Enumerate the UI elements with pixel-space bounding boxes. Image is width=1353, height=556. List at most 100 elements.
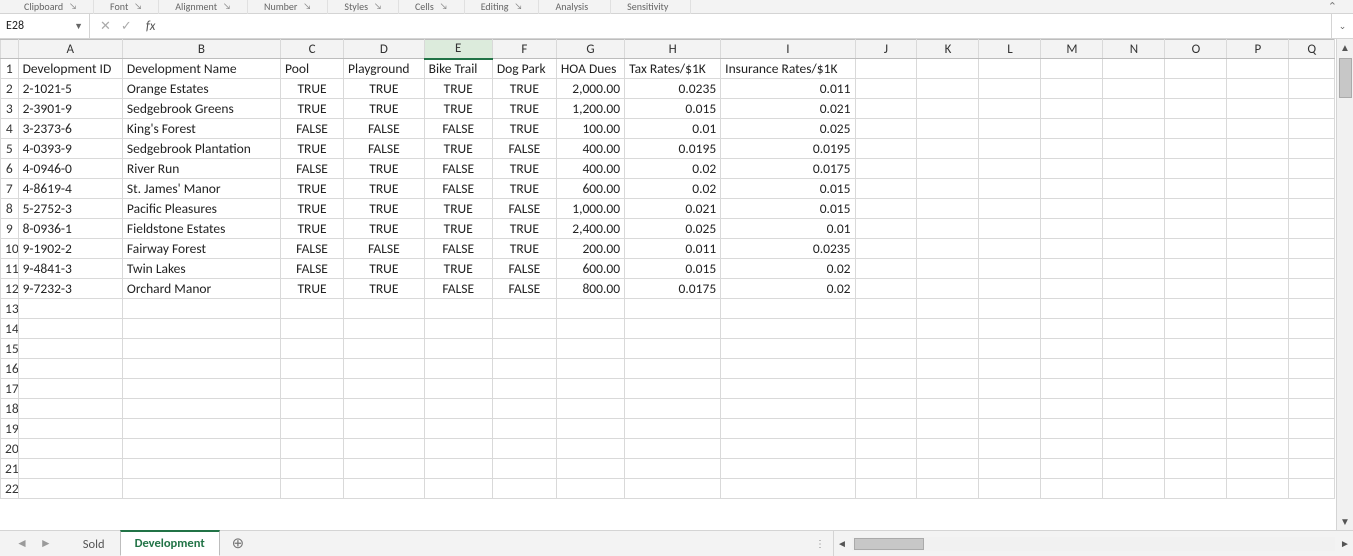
cell[interactable] — [18, 359, 122, 379]
cell[interactable]: TRUE — [344, 159, 425, 179]
cell[interactable] — [1227, 339, 1289, 359]
row-header[interactable]: 9 — [1, 219, 19, 239]
cell[interactable] — [979, 459, 1041, 479]
cell[interactable] — [625, 479, 721, 499]
cell[interactable] — [18, 479, 122, 499]
sheet-tab-sold[interactable]: Sold — [68, 532, 120, 556]
formula-input[interactable] — [165, 14, 1331, 38]
cell[interactable] — [1165, 219, 1227, 239]
cell[interactable]: 400.00 — [556, 139, 624, 159]
tab-nav-next-icon[interactable]: ► — [40, 536, 52, 551]
cell[interactable] — [122, 479, 280, 499]
cell[interactable]: FALSE — [344, 119, 425, 139]
cell[interactable] — [1103, 259, 1165, 279]
cell[interactable]: TRUE — [344, 79, 425, 99]
cell[interactable] — [556, 479, 624, 499]
cell[interactable] — [424, 479, 492, 499]
cell[interactable] — [855, 439, 917, 459]
cell[interactable] — [344, 439, 425, 459]
cell[interactable] — [1041, 79, 1103, 99]
cell[interactable] — [979, 319, 1041, 339]
cell[interactable]: FALSE — [424, 239, 492, 259]
column-header[interactable]: P — [1227, 40, 1289, 59]
cell[interactable] — [917, 459, 979, 479]
column-header[interactable]: D — [344, 40, 425, 59]
cell[interactable] — [979, 139, 1041, 159]
cell[interactable] — [1289, 199, 1335, 219]
dialog-launcher-icon[interactable]: ↘ — [515, 1, 523, 12]
cell[interactable] — [979, 99, 1041, 119]
cell[interactable] — [492, 439, 556, 459]
cell[interactable] — [1103, 439, 1165, 459]
cell[interactable]: TRUE — [424, 99, 492, 119]
cell[interactable]: Development ID — [18, 59, 122, 79]
cell[interactable] — [424, 399, 492, 419]
cell[interactable] — [855, 419, 917, 439]
cell[interactable]: TRUE — [281, 79, 344, 99]
cell[interactable] — [281, 459, 344, 479]
cell[interactable]: TRUE — [492, 99, 556, 119]
row-header[interactable]: 1 — [1, 59, 19, 79]
cell[interactable]: Development Name — [122, 59, 280, 79]
cell[interactable] — [855, 79, 917, 99]
cell[interactable] — [1289, 379, 1335, 399]
cell[interactable] — [1227, 279, 1289, 299]
column-header[interactable]: C — [281, 40, 344, 59]
cell[interactable] — [721, 459, 855, 479]
cell[interactable]: FALSE — [492, 259, 556, 279]
row-header[interactable]: 18 — [1, 399, 19, 419]
row-header[interactable]: 20 — [1, 439, 19, 459]
cell[interactable] — [1227, 379, 1289, 399]
cell[interactable] — [855, 479, 917, 499]
cell[interactable] — [1227, 139, 1289, 159]
cell[interactable] — [1227, 299, 1289, 319]
scroll-left-icon[interactable]: ◄ — [834, 537, 850, 550]
new-sheet-button[interactable]: ⊕ — [220, 534, 257, 553]
cell[interactable]: 2,000.00 — [556, 79, 624, 99]
cell[interactable] — [1041, 199, 1103, 219]
cell[interactable] — [979, 239, 1041, 259]
cell[interactable] — [1041, 139, 1103, 159]
scroll-right-icon[interactable]: ► — [1337, 537, 1353, 550]
cell[interactable] — [917, 399, 979, 419]
cell[interactable] — [344, 339, 425, 359]
row-header[interactable]: 14 — [1, 319, 19, 339]
row-header[interactable]: 13 — [1, 299, 19, 319]
cell[interactable]: 0.015 — [625, 99, 721, 119]
cell[interactable]: Insurance Rates/$1K — [721, 59, 855, 79]
cell[interactable]: Fieldstone Estates — [122, 219, 280, 239]
cell[interactable] — [1103, 459, 1165, 479]
cell[interactable]: Dog Park — [492, 59, 556, 79]
cell[interactable] — [1227, 219, 1289, 239]
cell[interactable] — [917, 379, 979, 399]
cell[interactable] — [556, 359, 624, 379]
cell[interactable] — [917, 339, 979, 359]
cell[interactable]: 400.00 — [556, 159, 624, 179]
cell[interactable] — [1165, 239, 1227, 259]
cell[interactable] — [1041, 419, 1103, 439]
dialog-launcher-icon[interactable]: ↘ — [69, 1, 77, 12]
row-header[interactable]: 11 — [1, 259, 19, 279]
cell[interactable] — [556, 439, 624, 459]
row-header[interactable]: 7 — [1, 179, 19, 199]
cell[interactable] — [18, 439, 122, 459]
dialog-launcher-icon[interactable]: ↘ — [374, 1, 382, 12]
cell[interactable]: 0.0195 — [625, 139, 721, 159]
cell[interactable]: Fairway Forest — [122, 239, 280, 259]
cell[interactable]: FALSE — [281, 259, 344, 279]
cell[interactable] — [1289, 339, 1335, 359]
cell[interactable] — [1165, 199, 1227, 219]
cell[interactable]: 0.015 — [721, 179, 855, 199]
row-header[interactable]: 12 — [1, 279, 19, 299]
cell[interactable] — [1289, 179, 1335, 199]
cell[interactable] — [979, 279, 1041, 299]
cell[interactable] — [855, 99, 917, 119]
column-header[interactable]: O — [1165, 40, 1227, 59]
cell[interactable] — [1041, 119, 1103, 139]
cell[interactable] — [1227, 239, 1289, 259]
cell[interactable] — [281, 339, 344, 359]
cell[interactable] — [1289, 279, 1335, 299]
cell[interactable] — [492, 379, 556, 399]
cell[interactable]: TRUE — [492, 79, 556, 99]
cell[interactable]: 9-7232-3 — [18, 279, 122, 299]
